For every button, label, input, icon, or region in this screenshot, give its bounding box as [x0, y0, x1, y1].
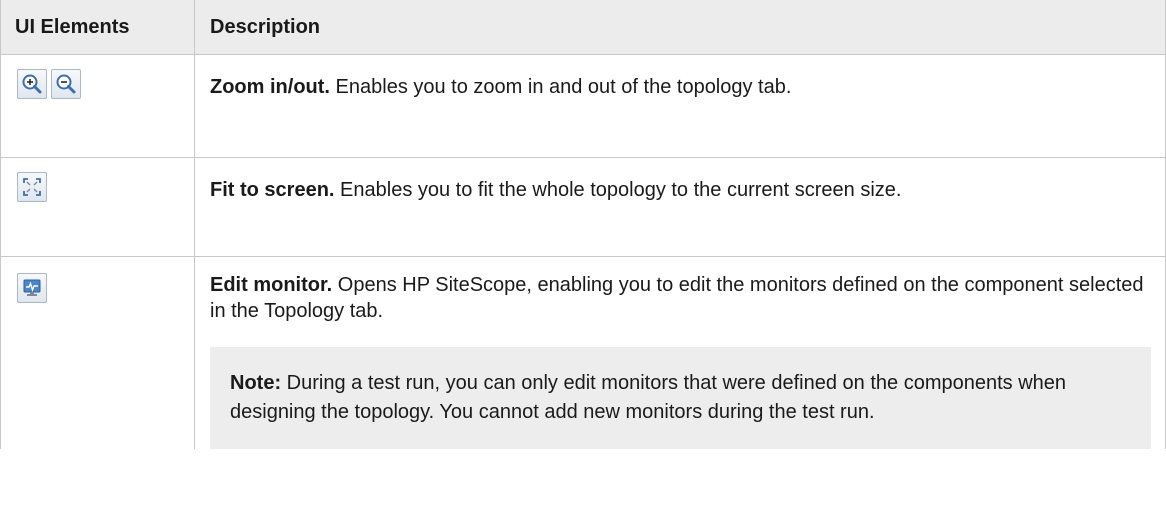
description-text: Enables you to zoom in and out of the to… [335, 76, 792, 98]
note-label: Note: [230, 372, 282, 394]
icon-cell [0, 54, 195, 158]
description-cell: Zoom in/out. Enables you to zoom in and … [194, 54, 1166, 158]
description-title: Edit monitor. [210, 274, 333, 296]
description-cell: Fit to screen. Enables you to fit the wh… [194, 157, 1166, 257]
note-box: Note: During a test run, you can only ed… [210, 347, 1151, 449]
table-row: Fit to screen. Enables you to fit the wh… [0, 157, 1166, 257]
description-title: Zoom in/out. [210, 76, 330, 98]
table-header-row: UI Elements Description [0, 0, 1166, 55]
zoom-in-icon [17, 69, 47, 99]
note-text: During a test run, you can only edit mon… [230, 372, 1067, 423]
zoom-out-icon [51, 69, 81, 99]
icon-cell [0, 256, 195, 449]
icon-cell [0, 157, 195, 257]
table-row: Edit monitor. Opens HP SiteScope, enabli… [0, 256, 1166, 449]
table-row: Zoom in/out. Enables you to zoom in and … [0, 54, 1166, 158]
description-title: Fit to screen. [210, 179, 335, 201]
ui-elements-table: UI Elements Description Zoom in/out. Ena… [0, 0, 1166, 449]
column-header-ui-elements: UI Elements [0, 0, 195, 55]
fit-to-screen-icon [17, 172, 47, 202]
edit-monitor-icon [17, 273, 47, 303]
description-text: Opens HP SiteScope, enabling you to edit… [210, 274, 1144, 322]
column-header-description: Description [194, 0, 1166, 55]
description-text: Enables you to fit the whole topology to… [340, 179, 902, 201]
description-cell: Edit monitor. Opens HP SiteScope, enabli… [194, 256, 1166, 449]
